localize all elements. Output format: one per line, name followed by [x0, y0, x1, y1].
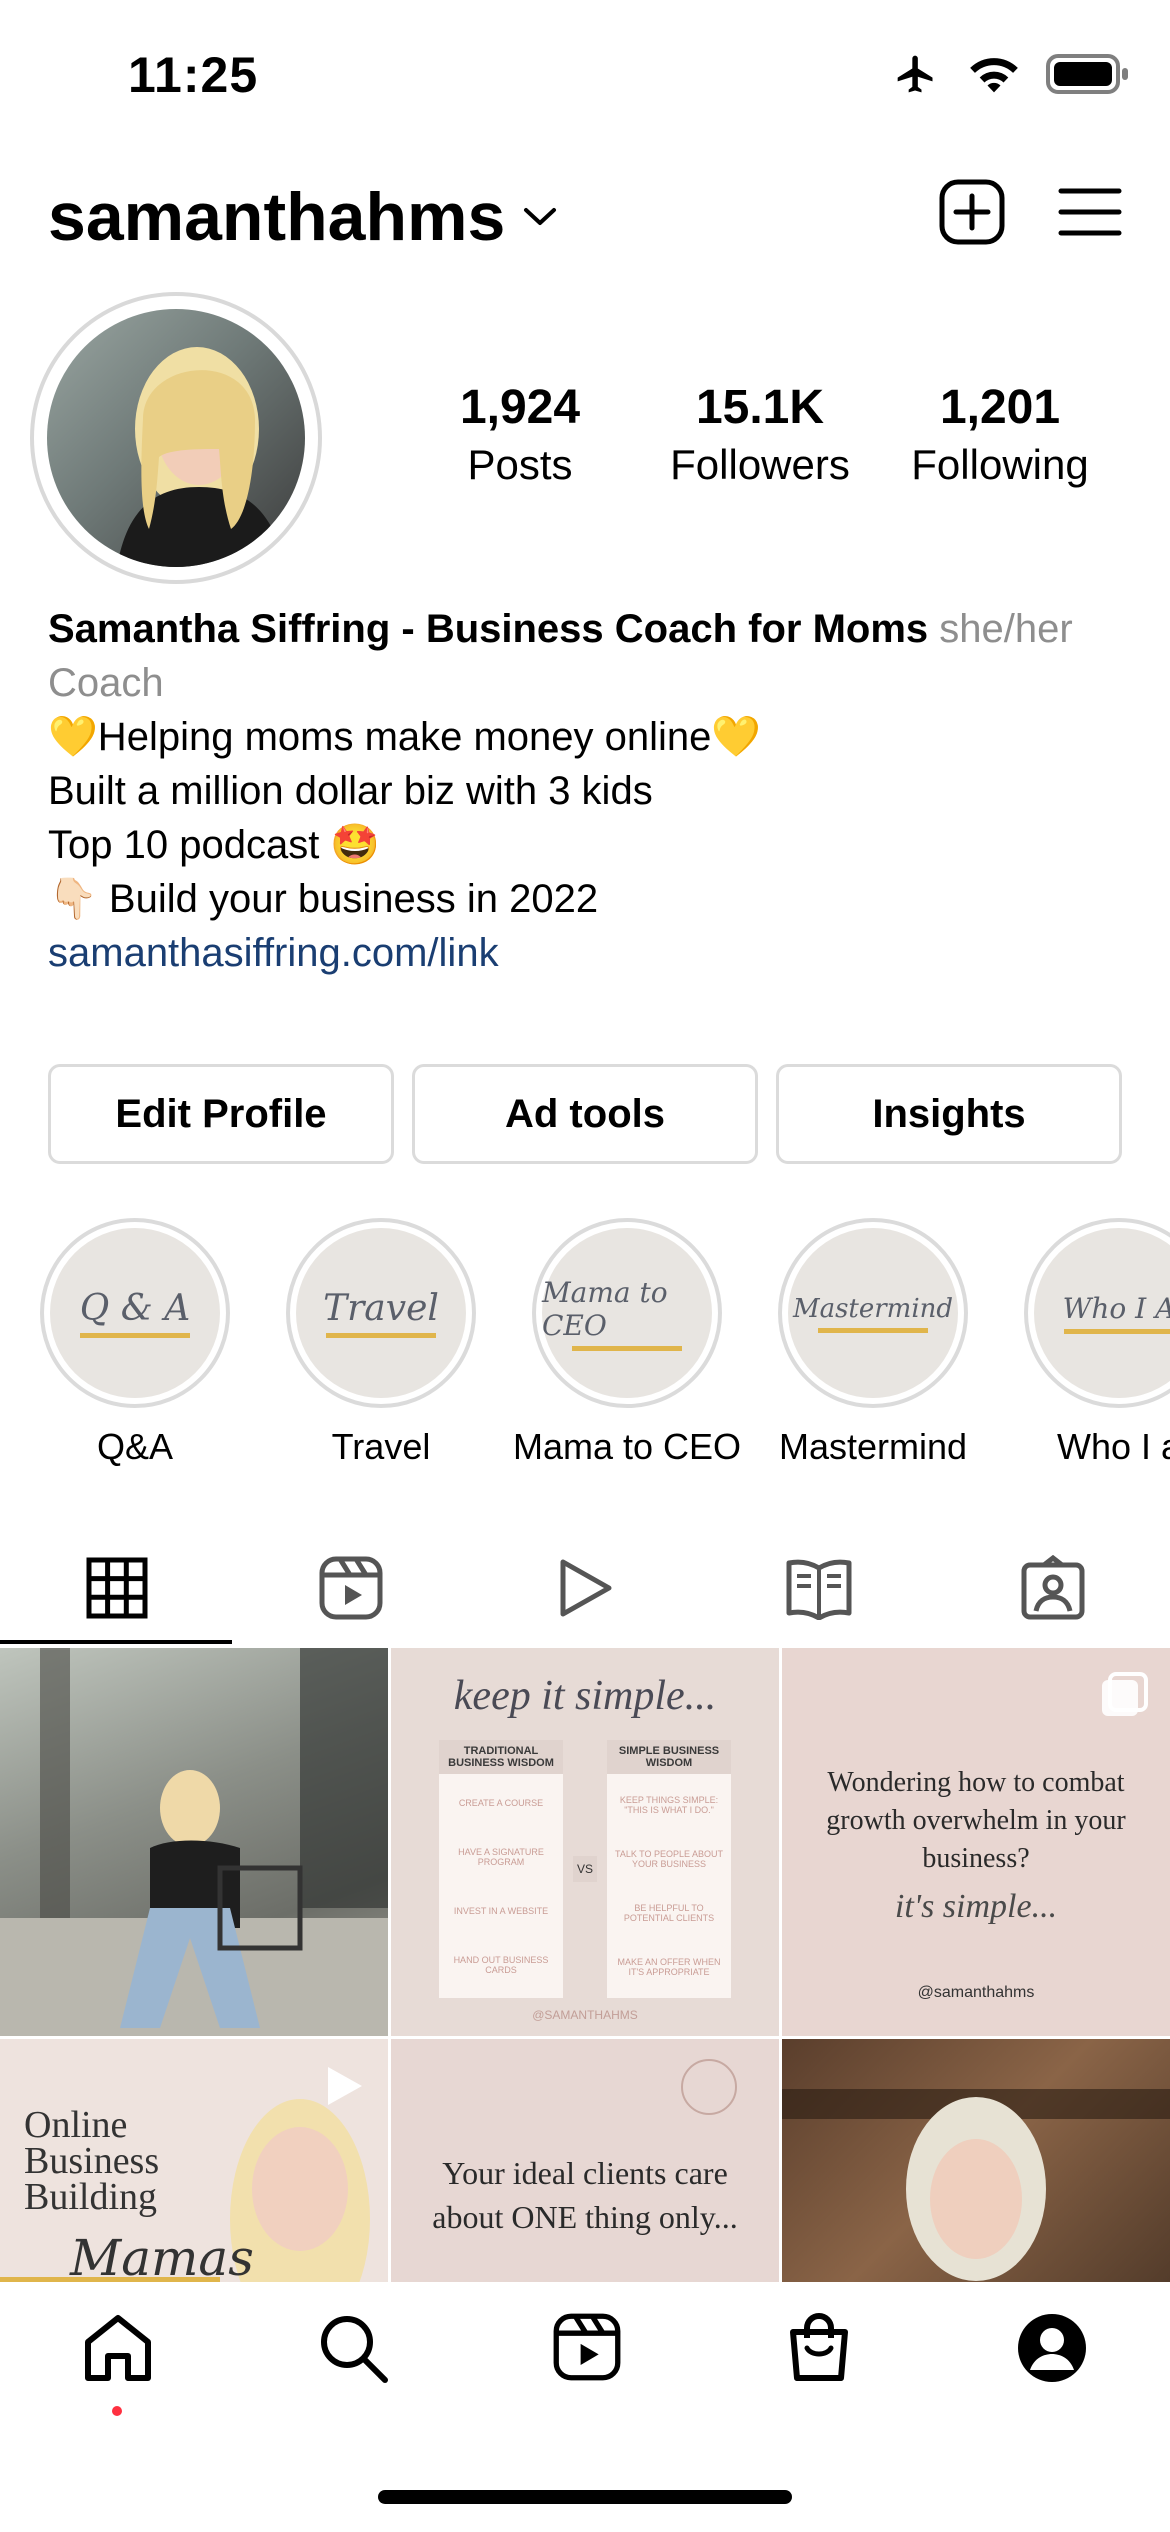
status-time: 11:25: [128, 47, 259, 103]
following-label: Following: [911, 441, 1089, 488]
username: samanthahms: [48, 179, 506, 255]
pronouns: she/her: [939, 607, 1073, 651]
highlight-mama-to-ceo[interactable]: Mama to CEO Mama to CEO: [513, 1218, 741, 1468]
highlight-label: Mama to CEO: [512, 1426, 742, 1467]
guide-book-icon: [786, 1559, 852, 1620]
profile-tabs: [0, 1532, 1170, 1644]
profile-actions: Edit Profile Ad tools Insights: [48, 1064, 1122, 1164]
highlight-label: Q&A: [96, 1426, 174, 1467]
profile-bio: Samantha Siffring - Business Coach for M…: [48, 602, 1128, 980]
play-icon: [560, 1559, 612, 1617]
following-count: 1,201: [939, 381, 1061, 434]
posts-count: 1,924: [459, 381, 581, 434]
following-stat[interactable]: 1,201 Following: [880, 380, 1120, 489]
grid-post[interactable]: keep it simple... TRADITIONAL BUSINESS W…: [391, 1648, 779, 2036]
menu-icon[interactable]: [1058, 187, 1122, 237]
active-tab-indicator: [0, 1640, 232, 1644]
reels-icon: [319, 1556, 383, 1620]
highlight-cover: Q & A: [50, 1228, 220, 1398]
tab-reels[interactable]: [234, 1532, 468, 1644]
highlight-cover: Who I A: [1034, 1228, 1170, 1398]
highlight-label: Who I a: [1056, 1426, 1170, 1467]
reel-play-icon: [328, 2067, 362, 2105]
reels-icon[interactable]: [552, 2312, 622, 2382]
profile-stats: 1,924 Posts 15.1K Followers 1,201 Follow…: [400, 380, 1120, 489]
highlight-mastermind[interactable]: Mastermind Mastermind: [778, 1218, 968, 1468]
home-icon[interactable]: [82, 2312, 154, 2382]
comparison-right-heading: SIMPLE BUSINESS WISDOM: [607, 1740, 732, 1774]
bio-line-4: 👇🏻 Build your business in 2022: [48, 877, 599, 921]
ad-tools-button[interactable]: Ad tools: [412, 1064, 758, 1164]
wifi-icon: [970, 58, 1018, 93]
comparison-left-heading: TRADITIONAL BUSINESS WISDOM: [439, 1740, 563, 1774]
status-icons: [890, 52, 1130, 96]
shop-bag-icon[interactable]: [785, 2312, 853, 2384]
post-script: it's simple...: [894, 1888, 1058, 1925]
logo-mark: [681, 2059, 737, 2115]
highlight-cover: Travel: [296, 1228, 466, 1398]
post-comparison: TRADITIONAL BUSINESS WISDOM CREATE A COU…: [439, 1740, 732, 1998]
profile-avatar-icon[interactable]: [1016, 2312, 1088, 2384]
story-highlights: Q & A Q&A Travel Travel Mama to CEO Mama…: [40, 1218, 1170, 1468]
category-label: Coach: [48, 661, 164, 705]
chevron-down-icon: [524, 208, 557, 225]
tab-posts-grid[interactable]: [0, 1532, 234, 1644]
highlight-cover: Mama to CEO: [542, 1228, 712, 1398]
edit-profile-button[interactable]: Edit Profile: [48, 1064, 394, 1164]
account-switcher[interactable]: samanthahms: [48, 178, 557, 256]
post-text: Your ideal clients care about ONE thing …: [432, 2155, 738, 2235]
multiple-posts-icon: [1102, 1672, 1148, 1716]
tagged-user-icon: [1021, 1555, 1085, 1620]
bio-line-3: Top 10 podcast 🤩: [48, 823, 381, 867]
display-name: Samantha Siffring - Business Coach for M…: [48, 607, 929, 651]
comparison-vs: VS: [573, 1856, 598, 1882]
post-text: Wondering how to combat growth overwhelm…: [826, 1767, 1126, 1874]
grid-icon: [86, 1557, 148, 1619]
search-icon[interactable]: [317, 2312, 389, 2384]
battery-icon: [1046, 54, 1128, 94]
tab-tagged[interactable]: [936, 1532, 1170, 1644]
post-photo: [0, 1648, 388, 2036]
highlight-cover: Mastermind: [788, 1228, 958, 1398]
tab-videos[interactable]: [468, 1532, 702, 1644]
post-handle: @samanthahms: [917, 1984, 1035, 2001]
airplane-icon: [897, 55, 933, 93]
highlight-label: Mastermind: [778, 1426, 968, 1467]
highlight-label: Travel: [331, 1426, 431, 1467]
bio-name-line: Samantha Siffring - Business Coach for M…: [48, 602, 1128, 656]
avatar-photo: [47, 309, 305, 567]
highlight-who-i-am[interactable]: Who I A Who I a: [1024, 1218, 1170, 1468]
post-text: Online Business Building: [24, 2104, 160, 2218]
grid-post[interactable]: Wondering how to combat growth overwhelm…: [782, 1648, 1170, 2036]
insights-button[interactable]: Insights: [776, 1064, 1122, 1164]
highlight-travel[interactable]: Travel Travel: [286, 1218, 476, 1468]
notification-dot: [112, 2406, 122, 2416]
home-indicator[interactable]: [378, 2490, 792, 2504]
header-actions: [938, 178, 1122, 246]
followers-label: Followers: [670, 441, 850, 488]
new-post-icon[interactable]: [938, 178, 1006, 246]
posts-label: Posts: [467, 441, 573, 488]
bio-line-1: 💛Helping moms make money online💛: [48, 715, 762, 759]
profile-avatar[interactable]: [30, 292, 322, 584]
tab-guides[interactable]: [702, 1532, 936, 1644]
followers-stat[interactable]: 15.1K Followers: [640, 380, 880, 489]
highlight-qa[interactable]: Q & A Q&A: [40, 1218, 230, 1468]
post-title: keep it simple...: [453, 1673, 717, 1719]
bio-link[interactable]: samanthasiffring.com/link: [48, 926, 1128, 980]
bio-line-2: Built a million dollar biz with 3 kids: [48, 769, 653, 813]
post-handle: @SAMANTHAHMS: [532, 2008, 638, 2022]
grid-post[interactable]: [0, 1648, 388, 2036]
posts-stat[interactable]: 1,924 Posts: [400, 380, 640, 489]
followers-count: 15.1K: [695, 381, 825, 434]
